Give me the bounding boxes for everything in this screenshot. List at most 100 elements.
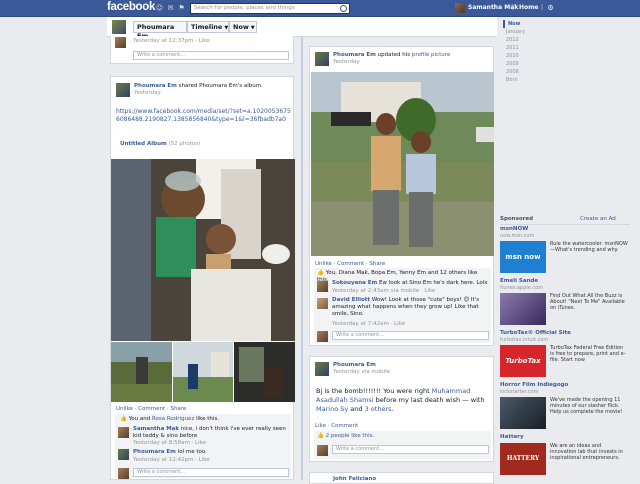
settings-gear-icon[interactable]: ⚙ — [546, 4, 555, 13]
previous-post-tail: Yesterday at 12:37pm · Like Write a comm… — [110, 36, 294, 64]
user-avatar[interactable] — [455, 3, 465, 13]
year-nav-item[interactable]: 2008 — [503, 68, 539, 76]
ad-body: We are an ideas and innovation lab that … — [550, 443, 623, 462]
album-name[interactable]: Untitled Album — [120, 141, 167, 147]
commenter-avatar — [317, 331, 328, 342]
author-name[interactable]: Phoumara Em — [333, 362, 376, 369]
ad-title[interactable]: Horror Film Indiegogo — [500, 382, 568, 388]
comment-input[interactable]: Write a comment... — [133, 51, 289, 60]
notifications-icon[interactable]: ⚑ — [177, 4, 186, 13]
search-input[interactable]: Search for people, places and things — [190, 3, 350, 14]
album-main-photo[interactable] — [111, 159, 295, 341]
period-selector[interactable]: Now ▼ — [229, 21, 257, 33]
profile-photo[interactable] — [311, 72, 494, 256]
messages-icon[interactable]: ✉ — [166, 4, 175, 13]
profile-name-selector[interactable]: Phoumara Em — [133, 21, 187, 40]
commenter-avatar[interactable] — [118, 427, 129, 438]
author-name[interactable]: Phoumara Em — [333, 52, 376, 58]
commenter-avatar[interactable] — [317, 298, 328, 309]
timeline-selector[interactable]: Timeline ▼ — [187, 21, 229, 33]
profile-picture-link[interactable]: profile picture — [412, 52, 450, 58]
sponsored-label: Sponsored — [500, 216, 534, 222]
comment-meta: Yesterday at 12:37pm · Like — [133, 38, 210, 44]
year-nav-item[interactable]: 2009 — [503, 60, 539, 68]
tagged-link[interactable]: Marino Sy — [316, 405, 348, 413]
ad-title[interactable]: msnNOW — [500, 226, 528, 232]
album-post: Phoumara Em shared Phoumara Em's album. … — [110, 76, 295, 480]
ad-image[interactable]: msn now — [500, 241, 546, 273]
ad-image[interactable] — [500, 397, 546, 429]
comment-input[interactable]: Write a comment... — [332, 331, 489, 340]
author-avatar[interactable] — [315, 52, 329, 66]
year-nav-item[interactable]: Born — [503, 76, 539, 84]
status-post: Phoumara Em Yesterday via mobile Bj is t… — [309, 356, 494, 462]
period-label: Now — [233, 23, 249, 31]
ad-image[interactable] — [500, 293, 546, 325]
user-name-link[interactable]: Samantha Mak — [468, 4, 518, 11]
album-count: (52 photos) — [168, 141, 201, 147]
post-time[interactable]: Yesterday — [134, 90, 161, 97]
comment-author[interactable]: Samantha Mak — [133, 426, 179, 432]
liker-link[interactable]: Rosa Rodriguez — [152, 416, 194, 422]
profile-photo-image — [311, 72, 494, 256]
comment-input[interactable]: Write a comment... — [133, 468, 289, 477]
author-avatar[interactable] — [315, 362, 329, 376]
timeline-spine — [301, 37, 303, 480]
ad-title[interactable]: Hattery — [500, 434, 524, 440]
post-time[interactable]: Yesterday — [333, 59, 360, 66]
post-time[interactable]: Yesterday via mobile — [333, 369, 390, 376]
author-name[interactable]: Phoumara Em — [134, 83, 177, 89]
comment-author[interactable]: Sokouyana Em — [332, 280, 377, 286]
year-nav-item[interactable]: 2012 — [503, 36, 539, 44]
ad-body: Rule the watercooler. msnNOW—What's tren… — [550, 241, 628, 254]
ad-turbotax[interactable]: TurboTax® Official Site turbotax.intuit.… — [500, 330, 630, 380]
album-thumb-photo[interactable] — [173, 342, 233, 402]
comment-input[interactable]: Write a comment... — [332, 445, 489, 454]
album-thumb-photo[interactable] — [234, 342, 295, 402]
ad-horror-film[interactable]: Horror Film Indiegogo kickstarter.com We… — [500, 382, 630, 432]
search-placeholder: Search for people, places and things — [194, 5, 295, 11]
comment-author[interactable]: Phoumara Em — [133, 449, 176, 455]
thumb-photo-image — [173, 342, 233, 402]
friend-requests-icon[interactable]: ☺ — [155, 4, 164, 13]
year-nav-item[interactable]: January — [503, 28, 539, 36]
home-link[interactable]: Home — [519, 4, 538, 11]
author-avatar[interactable] — [116, 83, 130, 97]
ad-title[interactable]: TurboTax® Official Site — [500, 330, 571, 336]
post-actions[interactable]: Like · Comment — [315, 423, 358, 429]
ad-body: TurboTax Federal Free Edition is free to… — [550, 345, 626, 364]
ad-image[interactable]: TurboTax — [500, 345, 546, 377]
year-nav-item[interactable]: Now — [503, 20, 539, 28]
year-nav-item[interactable]: 2010 — [503, 52, 539, 60]
thumb-photo-image — [234, 342, 295, 402]
post-action: shared Phoumara Em's album. — [178, 83, 263, 89]
ad-msnnow[interactable]: msnNOW now.msn.com msn now Rule the wate… — [500, 226, 630, 276]
status-text-part: and — [348, 405, 365, 413]
ad-domain: itunes.apple.com — [500, 285, 544, 291]
ad-image[interactable]: HATTERY — [500, 443, 546, 475]
post-actions[interactable]: Unlike · Comment · Share — [315, 261, 385, 267]
ad-title[interactable]: Emeli Sande — [500, 278, 538, 284]
ad-hattery[interactable]: Hattery HATTERY We are an ideas and inno… — [500, 434, 630, 484]
like-icon: 👍 — [120, 416, 127, 422]
commenter-avatar[interactable] — [115, 37, 126, 48]
commenter-avatar[interactable] — [118, 449, 129, 460]
year-nav-item[interactable]: 2011 — [503, 44, 539, 52]
album-thumb-photo[interactable] — [111, 342, 172, 402]
like-icon: 👍 — [317, 270, 324, 276]
profile-thumbnail[interactable] — [112, 20, 126, 34]
album-link[interactable]: https://www.facebook.com/media/set/?set=… — [116, 108, 291, 124]
ad-domain: now.msn.com — [500, 233, 535, 239]
commenter-avatar[interactable] — [317, 281, 328, 292]
tagged-others-link[interactable]: 3 others — [365, 405, 392, 413]
ad-emeli-sande[interactable]: Emeli Sande itunes.apple.com Find Out Wh… — [500, 278, 630, 328]
comment-text: Ew look at Sino Em he's dark here. Lolx — [379, 280, 488, 286]
facebook-logo[interactable]: facebook — [107, 1, 155, 13]
search-icon[interactable] — [340, 5, 347, 12]
timeline-header: Phoumara Em Timeline▼ Now▼ — [107, 17, 497, 40]
likes-summary[interactable]: 2 people like this. — [326, 433, 375, 439]
create-ad-link[interactable]: Create an Ad — [580, 216, 616, 223]
next-post-head: John Feliciano — [309, 472, 494, 484]
comment-author[interactable]: David Elliott — [332, 297, 370, 303]
post-actions[interactable]: Unlike · Comment · Share — [116, 406, 186, 412]
